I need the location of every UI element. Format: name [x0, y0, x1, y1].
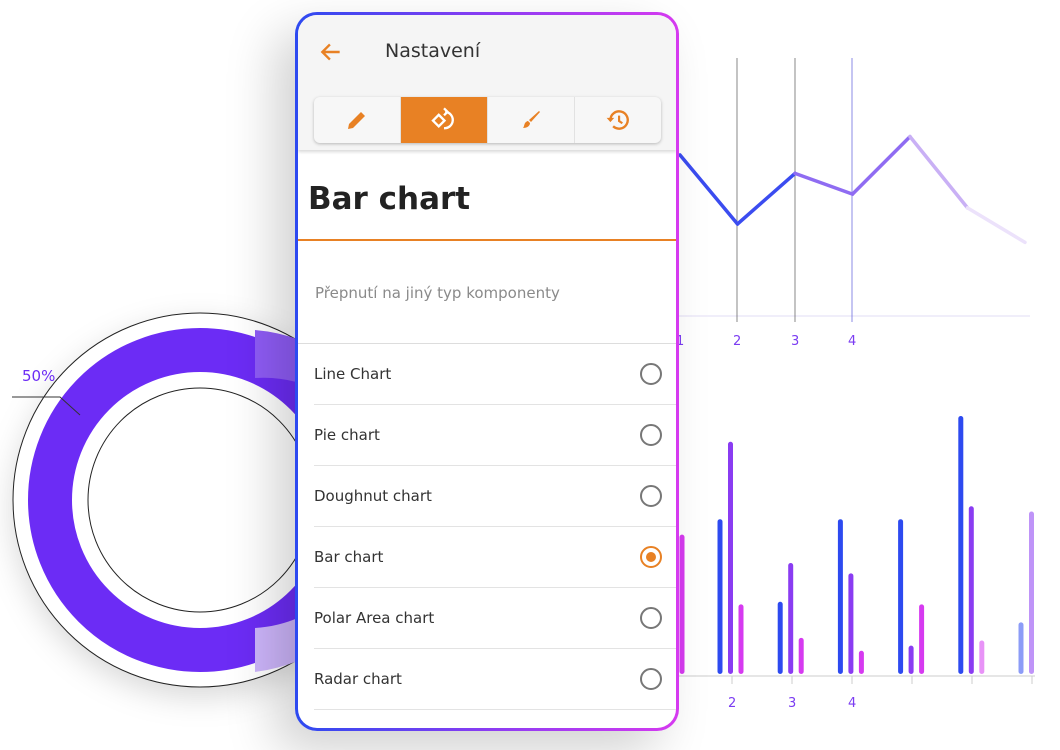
line-segment	[965, 206, 1027, 245]
bar	[717, 519, 723, 674]
line-segment	[793, 171, 855, 196]
phone-frame: Nastavení Bar chart Přepnutí na jiný typ…	[295, 12, 679, 731]
chart-type-list: Line Chart Pie chart Doughnut chart Bar cha…	[314, 344, 676, 710]
section-title: Bar chart	[308, 181, 471, 217]
bar	[1018, 622, 1024, 674]
bar	[738, 604, 744, 674]
app-header: Nastavení	[298, 15, 676, 150]
option-label: Polar Area chart	[314, 609, 435, 627]
option-label: Pie chart	[314, 426, 380, 444]
toolbar-tabs	[314, 97, 661, 143]
option-label: Line Chart	[314, 365, 392, 383]
bar	[679, 534, 685, 674]
line-segment	[850, 134, 912, 196]
line-segment	[678, 153, 740, 226]
line-x-label: 2	[733, 334, 742, 349]
option-label: Doughnut chart	[314, 487, 432, 505]
bar	[919, 604, 925, 674]
bar-chart	[678, 416, 1035, 684]
option-radar-chart[interactable]: Radar chart	[314, 649, 676, 710]
section-subtitle: Přepnutí na jiný typ komponenty	[315, 284, 560, 302]
bar	[837, 519, 843, 674]
line-segment	[735, 171, 797, 226]
radio-button[interactable]	[640, 424, 662, 446]
bar-x-label: 2	[728, 696, 737, 711]
bar-x-label: 3	[788, 696, 797, 711]
radio-button[interactable]	[640, 668, 662, 690]
radio-button[interactable]	[640, 363, 662, 385]
switch-type-icon	[431, 107, 454, 130]
tab-edit[interactable]	[314, 97, 401, 143]
tab-style[interactable]	[488, 97, 575, 143]
bar-x-label: 4	[848, 696, 857, 711]
bar	[908, 645, 914, 674]
bar	[1029, 511, 1034, 674]
pencil-icon	[348, 112, 365, 129]
settings-screen: Nastavení Bar chart Přepnutí na jiný typ…	[298, 15, 676, 728]
option-label: Radar chart	[314, 670, 402, 688]
page-title: Nastavení	[385, 40, 481, 62]
doughnut-percent-label: 50%	[22, 367, 56, 385]
option-label: Bar chart	[314, 548, 384, 566]
bar	[728, 441, 733, 674]
line-x-label: 4	[848, 334, 857, 349]
title-underline	[298, 239, 676, 241]
bar	[858, 650, 864, 674]
bar	[788, 563, 794, 674]
bar	[848, 573, 854, 674]
brush-icon	[523, 111, 540, 128]
bar	[979, 640, 985, 674]
bar	[958, 416, 964, 674]
option-line-chart[interactable]: Line Chart	[314, 344, 676, 405]
radio-button[interactable]	[640, 485, 662, 507]
bar	[798, 637, 804, 674]
option-pie-chart[interactable]: Pie chart	[314, 405, 676, 466]
bar	[777, 601, 783, 674]
line-x-label: 3	[791, 334, 800, 349]
line-segment	[908, 134, 970, 210]
radio-button[interactable]	[640, 607, 662, 629]
radio-button[interactable]	[640, 546, 662, 568]
bar	[898, 519, 904, 674]
option-bar-chart[interactable]: Bar chart	[314, 527, 676, 588]
doughnut-segment	[255, 330, 300, 383]
bar	[968, 506, 974, 674]
line-chart	[678, 58, 1030, 322]
tab-history[interactable]	[575, 97, 661, 143]
option-doughnut-chart[interactable]: Doughnut chart	[314, 466, 676, 527]
option-polar-area-chart[interactable]: Polar Area chart	[314, 588, 676, 649]
tab-switch-type[interactable]	[401, 97, 488, 143]
history-icon	[606, 110, 629, 130]
arrow-left-icon[interactable]	[318, 39, 344, 65]
